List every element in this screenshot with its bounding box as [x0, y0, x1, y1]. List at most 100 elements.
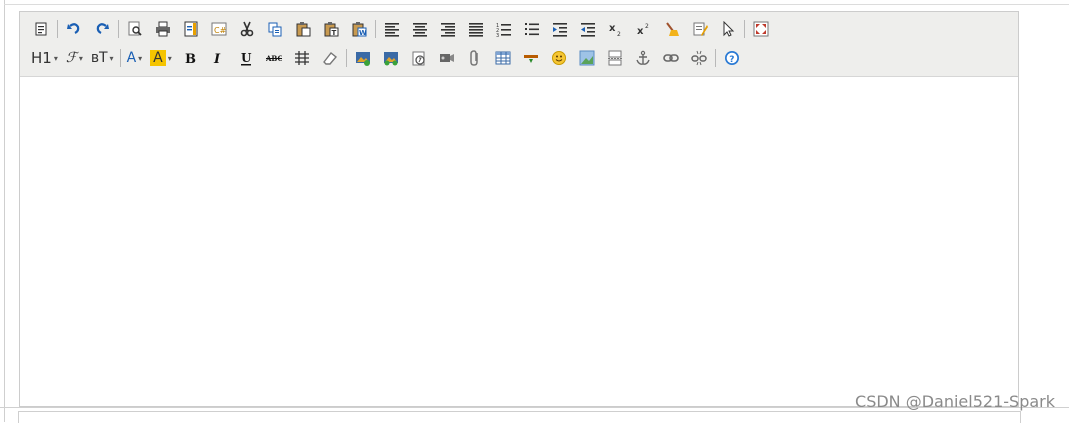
flash-button[interactable]	[405, 45, 433, 71]
svg-text:I: I	[213, 52, 221, 66]
horizontal-rule-icon	[523, 50, 539, 66]
line-height-button[interactable]	[288, 45, 316, 71]
help-button[interactable]: ?	[718, 45, 746, 71]
svg-text:U: U	[241, 51, 252, 65]
paste-button[interactable]	[289, 16, 317, 42]
bold-icon: B	[182, 50, 198, 66]
clear-format-icon	[664, 21, 680, 37]
chevron-down-icon: ▾	[53, 53, 58, 63]
multi-image-button[interactable]	[377, 45, 405, 71]
print-button[interactable]	[149, 16, 177, 42]
undo-icon	[66, 21, 82, 37]
media-button[interactable]	[433, 45, 461, 71]
toolbar-row-2: H1 ▾ ℱ ▾ ʙT ▾ A ▾ A ▾ B I U ABC?	[27, 45, 746, 71]
image-button[interactable]	[349, 45, 377, 71]
clear-format-button[interactable]	[658, 16, 686, 42]
indent-button[interactable]	[546, 16, 574, 42]
font-size-label: ʙT	[90, 50, 108, 66]
align-left-button[interactable]	[378, 16, 406, 42]
next-field-box	[18, 411, 1021, 423]
svg-text:C#: C#	[214, 26, 227, 35]
rich-text-editor: C# T W 1 2 3 x 2 x 2 H1 ▾ ℱ ▾ ʙT ▾ A ▾ A ▾ B I U ABC?	[19, 11, 1019, 407]
superscript-button[interactable]: x2	[630, 16, 658, 42]
unlink-button[interactable]	[685, 45, 713, 71]
table-button[interactable]	[489, 45, 517, 71]
baidu-map-icon	[579, 50, 595, 66]
toolbar-separator	[375, 20, 376, 38]
preview-button[interactable]	[121, 16, 149, 42]
toolbar-separator	[57, 20, 58, 38]
attachment-button[interactable]	[461, 45, 489, 71]
chevron-down-icon: ▾	[78, 53, 83, 63]
align-justify-button[interactable]	[462, 16, 490, 42]
svg-text:B: B	[185, 52, 196, 66]
copy-icon	[267, 21, 283, 37]
highlight-color-label: A	[150, 50, 166, 66]
svg-text:2: 2	[645, 23, 649, 30]
editor-toolbar: C# T W 1 2 3 x 2 x 2 H1 ▾ ℱ ▾ ʙT ▾ A ▾ A ▾ B I U ABC?	[20, 12, 1018, 77]
chevron-down-icon: ▾	[167, 53, 172, 63]
toolbar-row-1: C# T W 1 2 3 x 2 x 2	[27, 16, 775, 42]
quick-format-button[interactable]	[686, 16, 714, 42]
page-break-button[interactable]	[601, 45, 629, 71]
bold-button[interactable]: B	[176, 45, 204, 71]
fullscreen-button[interactable]	[747, 16, 775, 42]
align-right-button[interactable]	[434, 16, 462, 42]
paste-from-word-button[interactable]: W	[345, 16, 373, 42]
unordered-list-button[interactable]	[518, 16, 546, 42]
cut-icon	[239, 21, 255, 37]
font-family-button[interactable]: ℱ ▾	[62, 45, 87, 71]
toolbar-separator	[345, 49, 347, 67]
code-snippet-button[interactable]: C#	[205, 16, 233, 42]
svg-text:W: W	[359, 29, 367, 37]
baidu-map-button[interactable]	[573, 45, 601, 71]
anchor-button[interactable]	[629, 45, 657, 71]
horizontal-rule-button[interactable]	[517, 45, 545, 71]
toolbar-separator	[744, 20, 745, 38]
paste-plain-text-button[interactable]: T	[317, 16, 345, 42]
font-color-label: A	[126, 50, 137, 66]
line-height-icon	[294, 50, 310, 66]
media-icon	[439, 50, 455, 66]
ordered-list-button[interactable]: 123	[490, 16, 518, 42]
toolbar-separator	[119, 49, 121, 67]
highlight-color-button[interactable]: A ▾	[146, 45, 176, 71]
template-icon	[183, 21, 199, 37]
link-icon	[662, 50, 679, 66]
italic-icon: I	[210, 50, 226, 66]
cut-button[interactable]	[233, 16, 261, 42]
eraser-button[interactable]	[316, 45, 344, 71]
emoticon-button[interactable]	[545, 45, 573, 71]
underline-icon: U	[238, 50, 254, 66]
font-color-button[interactable]: A ▾	[123, 45, 147, 71]
emoticon-icon	[551, 50, 567, 66]
font-size-button[interactable]: ʙT ▾	[87, 45, 118, 71]
editor-content-area[interactable]	[20, 77, 1018, 406]
subscript-button[interactable]: x2	[602, 16, 630, 42]
select-all-button[interactable]	[714, 16, 742, 42]
heading-button[interactable]: H1 ▾	[27, 45, 62, 71]
svg-text:2: 2	[617, 31, 621, 37]
anchor-icon	[635, 50, 651, 66]
link-button[interactable]	[657, 45, 685, 71]
fullscreen-icon	[753, 21, 769, 37]
unlink-icon	[691, 50, 707, 66]
align-center-button[interactable]	[406, 16, 434, 42]
underline-button[interactable]: U	[232, 45, 260, 71]
strikethrough-icon: ABC	[265, 50, 282, 66]
source-code-button[interactable]	[27, 16, 55, 42]
strikethrough-button[interactable]: ABC	[260, 45, 288, 71]
undo-button[interactable]	[60, 16, 88, 42]
italic-button[interactable]: I	[204, 45, 232, 71]
template-button[interactable]	[177, 16, 205, 42]
copy-button[interactable]	[261, 16, 289, 42]
indent-icon	[552, 21, 568, 37]
source-code-icon	[33, 21, 49, 37]
redo-button[interactable]	[88, 16, 116, 42]
outdent-icon	[580, 21, 596, 37]
align-justify-icon	[468, 21, 484, 37]
page-break-icon	[607, 50, 623, 66]
watermark-text: CSDN @Daniel521-Spark	[855, 392, 1055, 411]
ordered-list-icon: 123	[496, 21, 512, 37]
outdent-button[interactable]	[574, 16, 602, 42]
